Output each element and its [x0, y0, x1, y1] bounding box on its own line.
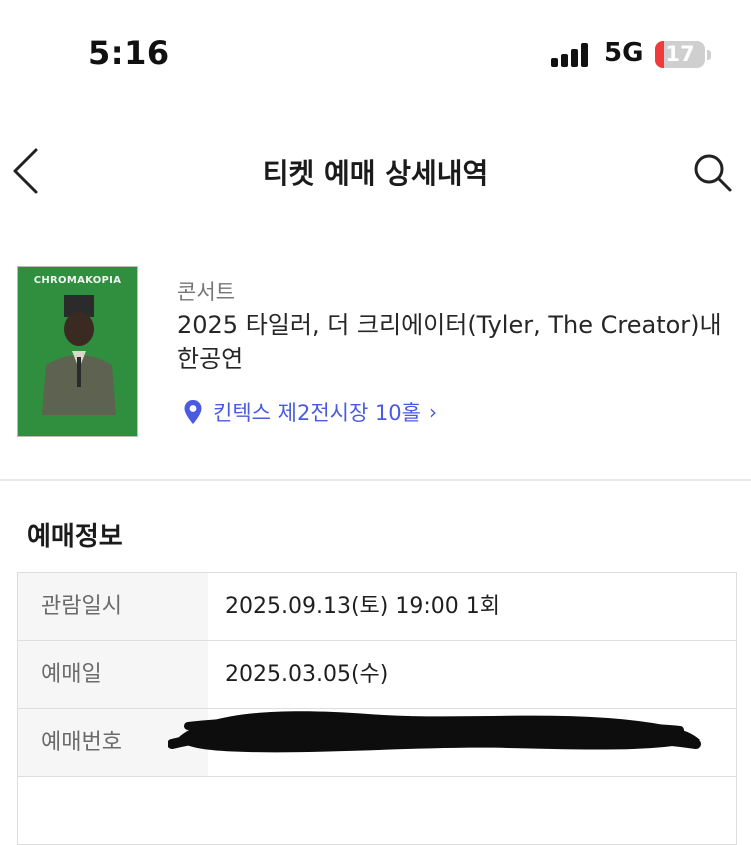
info-label: 관람일시 — [18, 573, 208, 640]
info-value: 2025.03.05(수) — [225, 662, 389, 687]
event-title: 2025 타일러, 더 크리에이터(Tyler, The Creator)내한공… — [177, 311, 722, 373]
info-value: 2025.09.13(토) 19:00 1회 — [225, 594, 500, 619]
info-row-viewing-datetime: 관람일시 2025.09.13(토) 19:00 1회 — [18, 573, 736, 641]
network-type: 5G — [604, 38, 644, 68]
nav-bar: 티켓 예매 상세내역 — [0, 130, 751, 214]
event-summary: CHROMAKOPIA 콘서트 2025 타일러, 더 크리에이터(Tyler,… — [0, 266, 751, 456]
event-poster[interactable]: CHROMAKOPIA — [17, 266, 138, 437]
cellular-signal-icon — [551, 43, 593, 67]
status-bar: 5:16 5G 17 — [0, 0, 751, 105]
search-button[interactable] — [690, 150, 736, 196]
venue-link[interactable]: 킨텍스 제2전시장 10홀 › — [183, 397, 437, 427]
poster-brand-text: CHROMAKOPIA — [33, 275, 122, 286]
chevron-right-icon: › — [429, 400, 437, 424]
battery-percent: 17 — [665, 42, 695, 66]
redaction-scribble — [168, 711, 701, 753]
info-row-next — [18, 777, 736, 845]
info-row-booking-date: 예매일 2025.03.05(수) — [18, 641, 736, 709]
location-pin-icon — [184, 400, 202, 424]
event-category: 콘서트 — [177, 280, 235, 304]
section-divider — [0, 479, 751, 481]
search-icon — [694, 154, 732, 192]
battery-icon: 17 — [655, 41, 705, 68]
info-label: 예매일 — [18, 641, 208, 708]
reservation-section-title: 예매정보 — [27, 522, 123, 552]
poster-figure-image — [42, 295, 116, 415]
battery-tip — [707, 50, 711, 60]
venue-name: 킨텍스 제2전시장 10홀 — [213, 401, 421, 425]
status-time: 5:16 — [88, 34, 170, 72]
page-title: 티켓 예매 상세내역 — [262, 157, 489, 190]
